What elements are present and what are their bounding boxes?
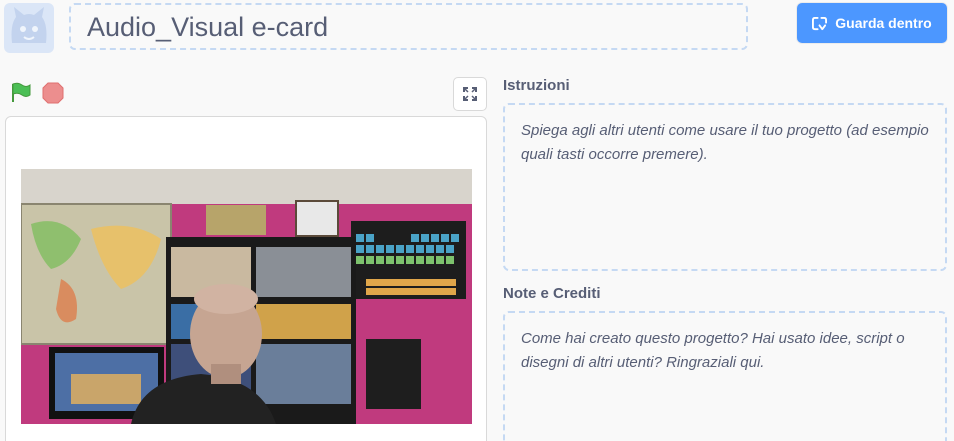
scratch-cat-icon[interactable] (4, 3, 54, 53)
fullscreen-button[interactable] (453, 77, 487, 111)
see-inside-label: Guarda dentro (835, 15, 932, 31)
fullscreen-icon (463, 87, 477, 101)
stop-sign-icon[interactable] (40, 80, 66, 106)
remix-arrows-icon (812, 16, 828, 30)
notes-credits-textarea[interactable]: Come hai creato questo progetto? Hai usa… (503, 311, 947, 441)
notes-credits-label: Note e Crediti (503, 285, 601, 302)
instructions-label: Istruzioni (503, 77, 570, 94)
green-flag-icon[interactable] (8, 80, 34, 106)
see-inside-button[interactable]: Guarda dentro (797, 3, 947, 43)
project-stage[interactable] (5, 116, 487, 441)
instructions-textarea[interactable]: Spiega agli altri utenti come usare il t… (503, 103, 947, 271)
webcam-video (21, 169, 472, 424)
project-title-input[interactable]: Audio_Visual e-card (69, 3, 748, 50)
